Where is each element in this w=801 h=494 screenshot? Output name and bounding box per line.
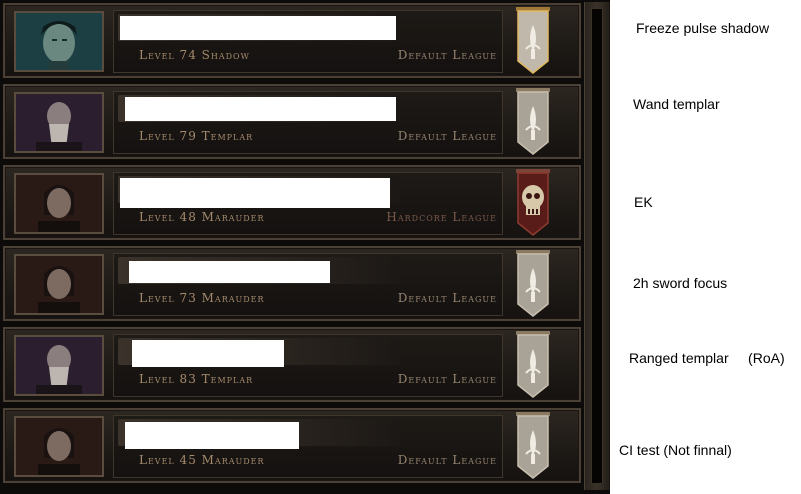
- annotation-note-2: Wand templar: [633, 96, 720, 112]
- level-class-label: Level 74 Shadow: [139, 48, 250, 62]
- character-row-1[interactable]: Level 74 Shadow Default League: [3, 3, 581, 78]
- league-label: Default League: [397, 48, 497, 62]
- hardcore-league-skull-icon: [509, 165, 557, 240]
- redacted-name: [129, 261, 330, 283]
- annotation-note-6: CI test (Not finnal): [619, 442, 732, 458]
- league-label: Default League: [397, 453, 497, 467]
- character-select-panel: Level 74 Shadow Default League Level 79 …: [0, 0, 610, 494]
- level-class-label: Level 48 Marauder: [139, 210, 265, 224]
- character-info: Level 74 Shadow Default League: [113, 10, 503, 73]
- character-row-3[interactable]: Level 48 Marauder Hardcore League: [3, 165, 581, 240]
- level-class-label: Level 45 Marauder: [139, 453, 265, 467]
- default-league-banner-icon: [509, 84, 557, 159]
- default-league-banner-icon: [509, 327, 557, 402]
- redacted-name: [132, 340, 284, 367]
- marauder-portrait: [14, 416, 104, 477]
- annotation-note-5: Ranged templar (RoA): [629, 350, 785, 366]
- character-row-4[interactable]: Level 73 Marauder Default League: [3, 246, 581, 321]
- character-info: Level 83 Templar Default League: [113, 334, 503, 397]
- templar-portrait: [14, 92, 104, 153]
- league-label: Hardcore League: [386, 210, 497, 224]
- character-info: Level 45 Marauder Default League: [113, 415, 503, 478]
- scrollbar[interactable]: [584, 2, 610, 490]
- annotation-note-1: Freeze pulse shadow: [636, 20, 770, 36]
- league-label: Default League: [397, 129, 497, 143]
- marauder-portrait: [14, 173, 104, 234]
- level-class-label: Level 73 Marauder: [139, 291, 265, 305]
- default-league-banner-icon: [509, 246, 557, 321]
- annotation-note-4: 2h sword focus: [633, 275, 728, 291]
- annotation-note-3: EK: [634, 194, 653, 210]
- character-row-2[interactable]: Level 79 Templar Default League: [3, 84, 581, 159]
- scrollbar-track[interactable]: [591, 8, 603, 484]
- level-class-label: Level 79 Templar: [139, 129, 254, 143]
- level-class-label: Level 83 Templar: [139, 372, 254, 386]
- league-label: Default League: [397, 372, 497, 386]
- default-league-banner-icon: [509, 408, 557, 483]
- shadow-portrait: [14, 11, 104, 72]
- default-league-banner-icon: [509, 3, 557, 78]
- character-info: Level 79 Templar Default League: [113, 91, 503, 154]
- character-row-5[interactable]: Level 83 Templar Default League: [3, 327, 581, 402]
- redacted-name: [120, 178, 390, 208]
- templar-portrait: [14, 335, 104, 396]
- redacted-name: [125, 97, 396, 121]
- character-info: Level 48 Marauder Hardcore League: [113, 172, 503, 235]
- redacted-name: [120, 16, 396, 40]
- redacted-name: [125, 422, 299, 449]
- league-label: Default League: [397, 291, 497, 305]
- marauder-portrait: [14, 254, 104, 315]
- character-row-6[interactable]: Level 45 Marauder Default League: [3, 408, 581, 483]
- character-info: Level 73 Marauder Default League: [113, 253, 503, 316]
